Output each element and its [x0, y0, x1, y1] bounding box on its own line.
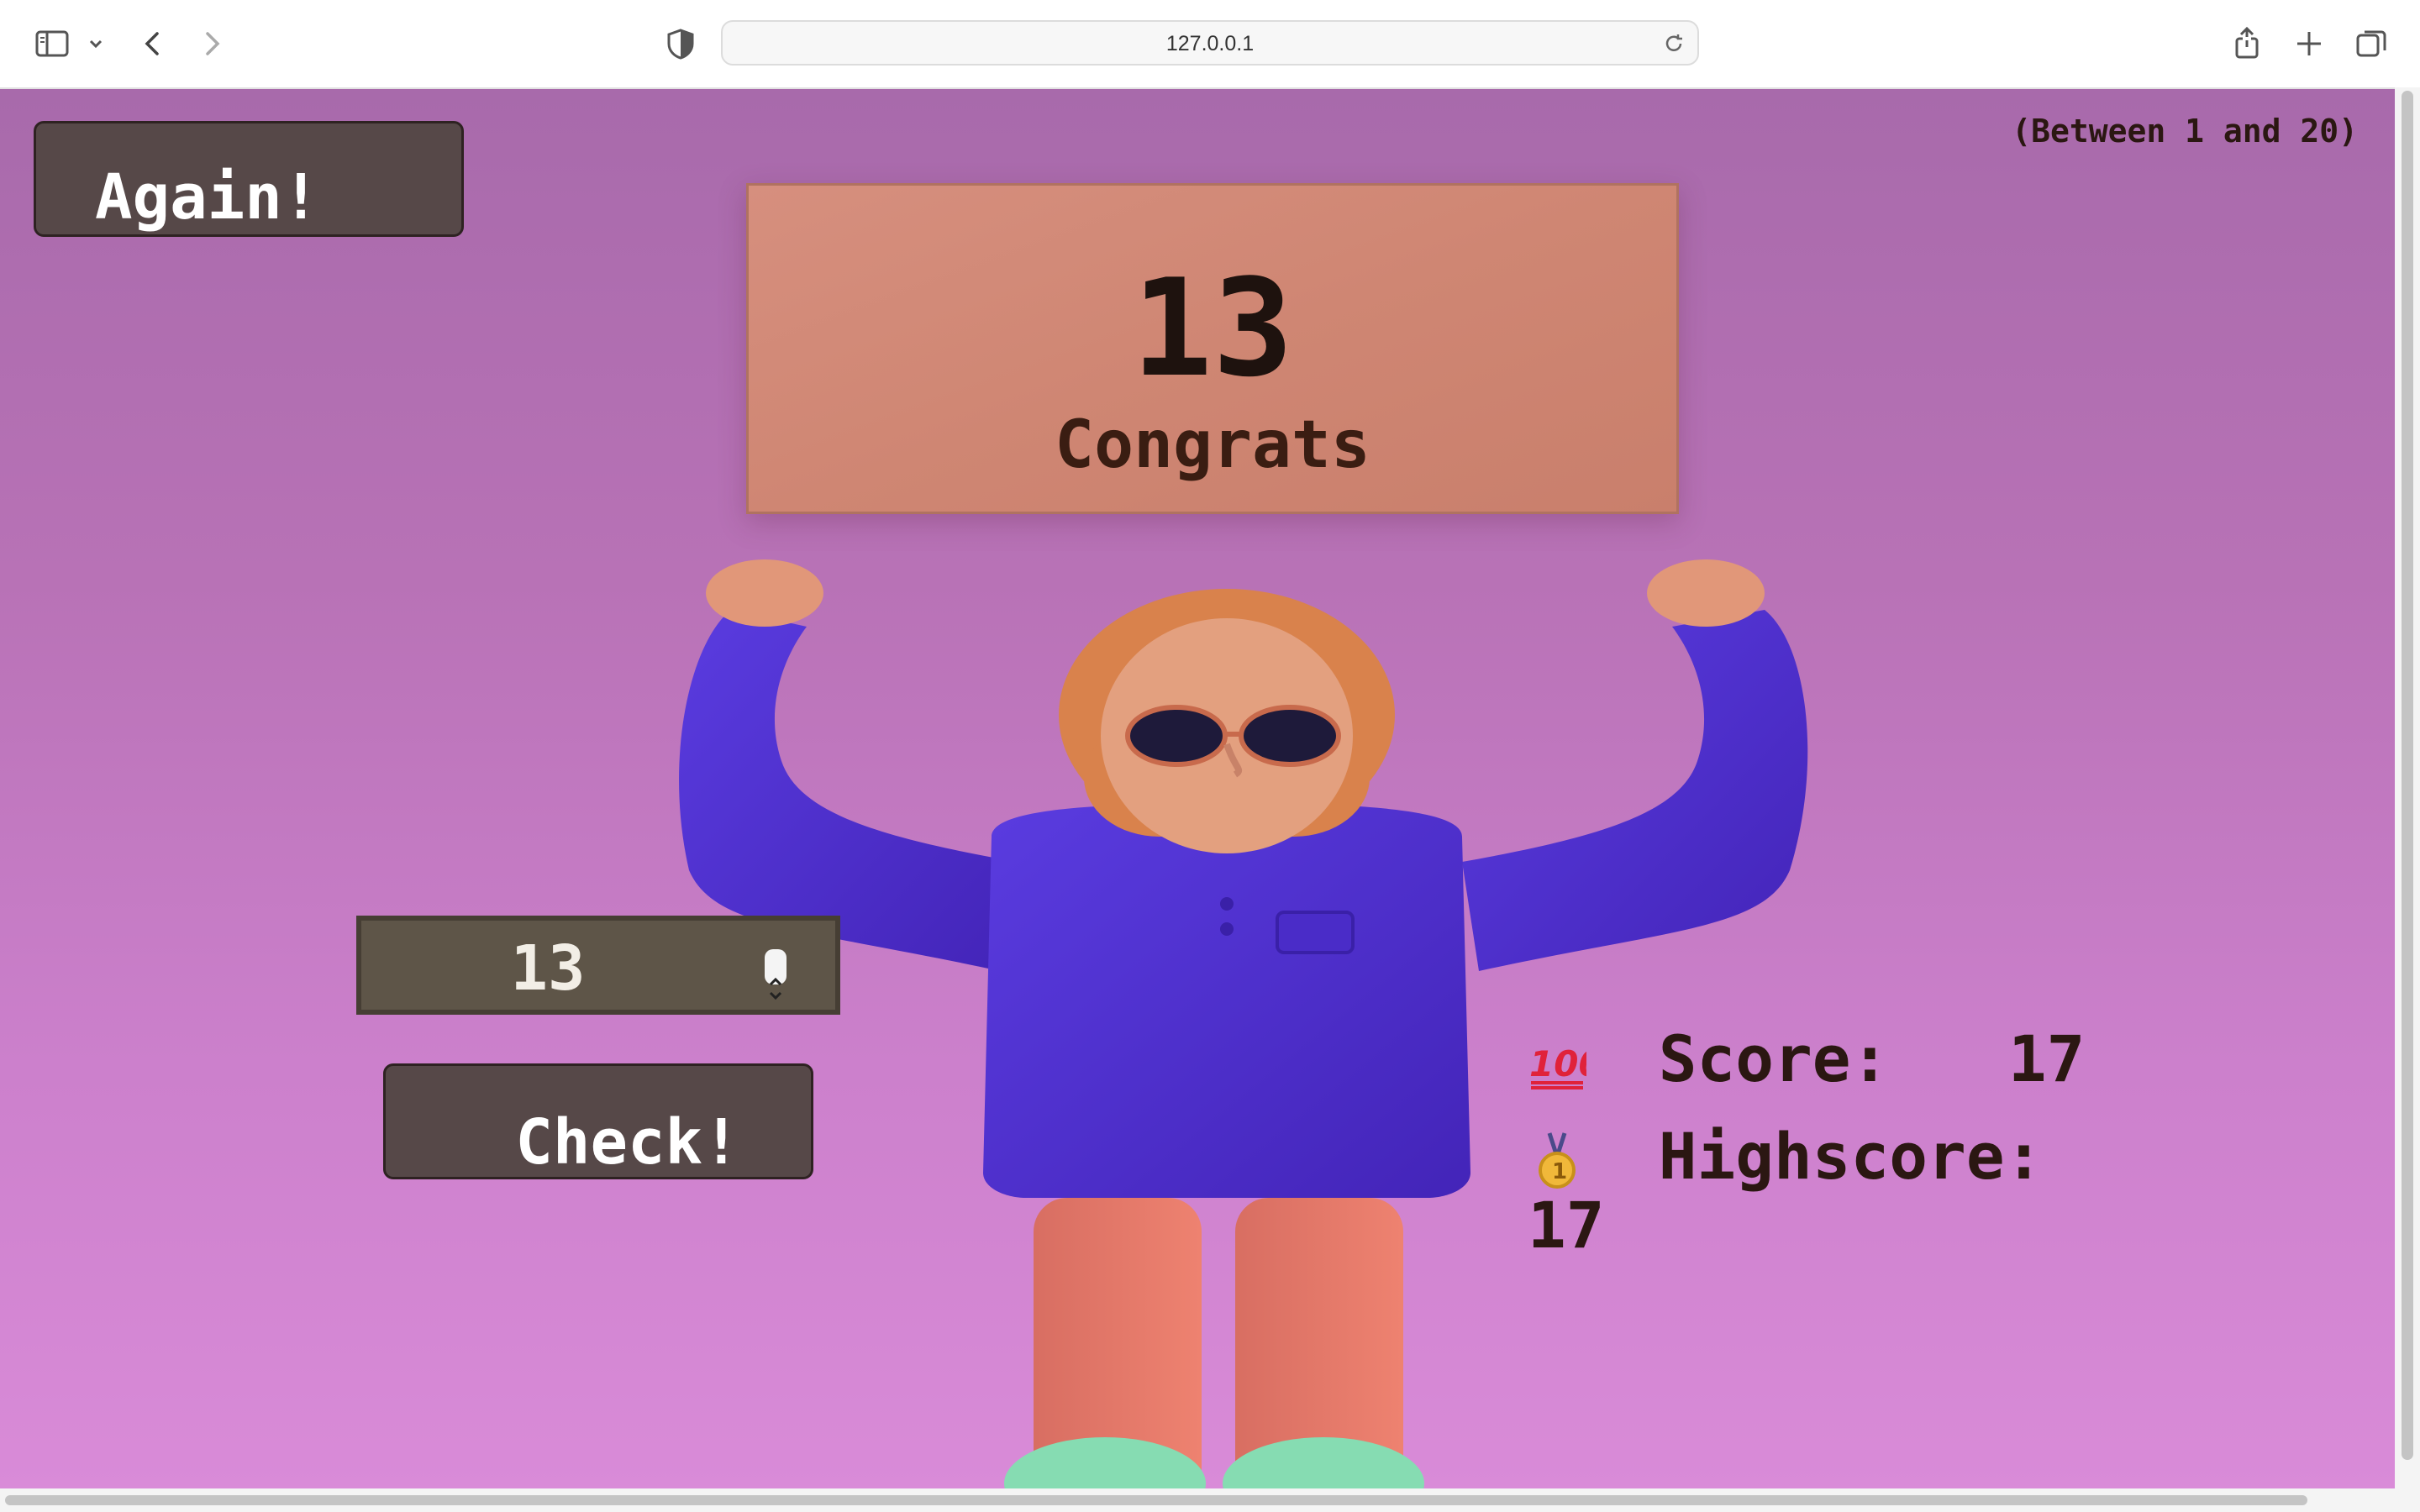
- highscore-label: Highscore:: [1658, 1119, 2044, 1194]
- game-message: Congrats: [1055, 407, 1370, 483]
- horizontal-scrollbar[interactable]: [0, 1488, 2420, 1512]
- guess-value: 13: [510, 932, 586, 1005]
- url-text: 127.0.0.1: [1165, 32, 1255, 55]
- guess-input[interactable]: 13: [356, 916, 840, 1015]
- score-value: 17: [2007, 1021, 2086, 1096]
- hundred-points-icon: 100: [1528, 1034, 1586, 1093]
- chevron-down-icon[interactable]: [84, 25, 108, 62]
- forward-icon[interactable]: [193, 25, 230, 62]
- browser-toolbar: 127.0.0.1: [0, 0, 2420, 89]
- share-icon[interactable]: [2228, 25, 2265, 62]
- score-label: Score:: [1658, 1021, 1890, 1096]
- number-sign: 13 Congrats: [746, 183, 1679, 514]
- highscore-line: 1 Highscore: 17: [1528, 1122, 2133, 1260]
- tabs-overview-icon[interactable]: [2353, 25, 2390, 62]
- reload-icon[interactable]: [1662, 32, 1686, 55]
- highscore-value: 17: [1528, 1188, 1605, 1263]
- shield-icon[interactable]: [662, 25, 699, 62]
- check-button[interactable]: Check!: [383, 1063, 813, 1179]
- vertical-scrollbar[interactable]: [2395, 87, 2420, 1488]
- secret-number: 13: [1131, 249, 1294, 407]
- again-button[interactable]: Again!: [34, 121, 464, 237]
- range-hint: (Between 1 and 20): [2012, 113, 2358, 150]
- address-bar[interactable]: 127.0.0.1: [721, 20, 1699, 66]
- back-icon[interactable]: [134, 25, 171, 62]
- new-tab-icon[interactable]: [2291, 25, 2328, 62]
- game-page: 13 Congrats Again! (Between 1 and 20) 13…: [0, 89, 2395, 1488]
- svg-text:100: 100: [1529, 1043, 1586, 1084]
- medal-icon: 1: [1528, 1131, 1586, 1190]
- horizontal-scroll-thumb[interactable]: [5, 1495, 2307, 1505]
- score-line: 100 Score: 17: [1528, 1021, 2085, 1096]
- number-stepper-icon[interactable]: [765, 949, 786, 1000]
- svg-text:1: 1: [1552, 1159, 1567, 1184]
- vertical-scroll-thumb[interactable]: [2402, 91, 2413, 1460]
- sidebar-icon[interactable]: [34, 25, 71, 62]
